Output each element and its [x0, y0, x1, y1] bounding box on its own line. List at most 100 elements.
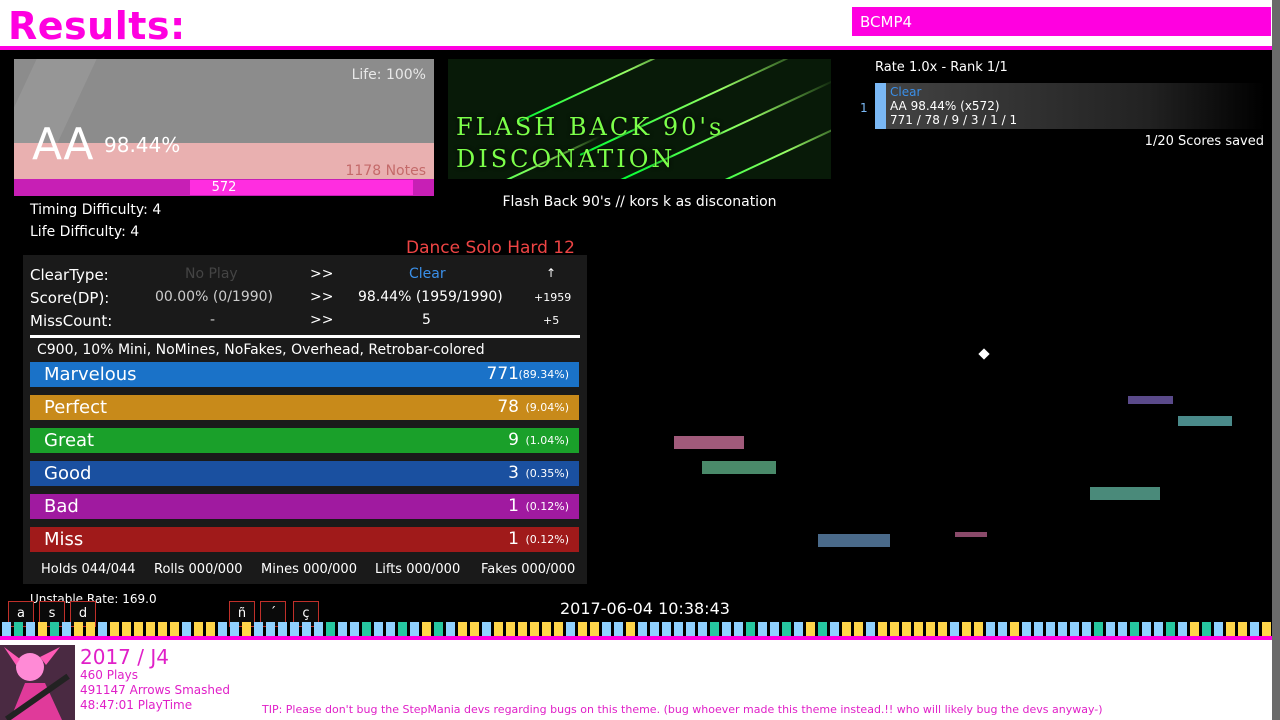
score-accent [875, 83, 886, 129]
tip-text: TIP: Please don't bug the StepMania devs… [262, 703, 1103, 716]
note-cell [578, 622, 587, 636]
note-cell [1118, 622, 1127, 636]
note-cell [566, 622, 575, 636]
banner-artist: DISCONATION [456, 145, 676, 173]
note-cell [914, 622, 923, 636]
note-cell [674, 622, 683, 636]
note-cell [638, 622, 647, 636]
note-cell [518, 622, 527, 636]
note-cell [206, 622, 215, 636]
combo-bar: 572 [14, 179, 434, 196]
note-cell [902, 622, 911, 636]
banner-streak [579, 59, 817, 156]
play-time: 48:47:01 PlayTime [80, 698, 193, 712]
judgement-percent: (89.34%) [518, 368, 569, 381]
note-cell [950, 622, 959, 636]
profile-year: 2017 / J4 [80, 645, 169, 669]
cmp-new: 5 [422, 312, 431, 328]
note-cell [434, 622, 443, 636]
note-cell [590, 622, 599, 636]
plot-segment [702, 461, 776, 474]
note-cell [134, 622, 143, 636]
profile-name-box: BCMP4 [852, 7, 1271, 36]
judgement-count: 78 [497, 397, 519, 417]
judgement-label: Marvelous [44, 364, 137, 385]
note-cell [350, 622, 359, 636]
avatar [0, 645, 75, 720]
play-date: 2017-06-04 10:38:43 [560, 599, 730, 618]
cmp-diff: +1959 [534, 291, 572, 304]
note-cell [602, 622, 611, 636]
note-cell [254, 622, 263, 636]
note-cell [218, 622, 227, 636]
note-cell [482, 622, 491, 636]
note-cell [2, 622, 11, 636]
note-cell [818, 622, 827, 636]
score-judgements: 771 / 78 / 9 / 3 / 1 / 1 [890, 113, 1018, 127]
header-divider [0, 46, 1272, 50]
judgement-row-marvelous: Marvelous 771 (89.34%) [30, 362, 579, 387]
rolls-stat: Rolls 000/000 [154, 562, 243, 577]
note-cell [158, 622, 167, 636]
note-cell [422, 622, 431, 636]
note-cell [50, 622, 59, 636]
score-entry[interactable]: Clear AA 98.44% (x572) 771 / 78 / 9 / 3 … [875, 83, 1265, 129]
grade-panel: Life: 100% AA 98.44% 1178 Notes [14, 59, 434, 179]
note-cell [146, 622, 155, 636]
score-summary: AA 98.44% (x572) [890, 99, 1000, 113]
note-cell [1202, 622, 1211, 636]
note-cell [626, 622, 635, 636]
note-cell [614, 622, 623, 636]
judgement-row-good: Good 3 (0.35%) [30, 461, 579, 486]
note-cell [170, 622, 179, 636]
note-cell [506, 622, 515, 636]
note-cell [326, 622, 335, 636]
rate-rank: Rate 1.0x - Rank 1/1 [875, 60, 1008, 75]
plot-segment [1178, 416, 1232, 426]
note-cell [14, 622, 23, 636]
note-cell [1010, 622, 1019, 636]
note-cell [242, 622, 251, 636]
divider [30, 335, 580, 338]
note-cell [1250, 622, 1259, 636]
note-cell [458, 622, 467, 636]
note-cell [554, 622, 563, 636]
cmp-old: 00.00% (0/1990) [155, 289, 274, 305]
note-cell [1106, 622, 1115, 636]
note-cell [1130, 622, 1139, 636]
judgement-row-perfect: Perfect 78 (9.04%) [30, 395, 579, 420]
note-cell [86, 622, 95, 636]
judgement-row-great: Great 9 (1.04%) [30, 428, 579, 453]
cmp-old: - [210, 312, 216, 328]
cmp-label: MissCount: [30, 312, 113, 330]
note-cell [746, 622, 755, 636]
note-cell [26, 622, 35, 636]
note-cell [182, 622, 191, 636]
judgement-row-bad: Bad 1 (0.12%) [30, 494, 579, 519]
note-cell [446, 622, 455, 636]
note-cell [374, 622, 383, 636]
note-cell [62, 622, 71, 636]
note-cell [110, 622, 119, 636]
scores-saved: 1/20 Scores saved [1144, 134, 1264, 149]
judgement-percent: (9.04%) [525, 401, 569, 414]
note-cell [38, 622, 47, 636]
judgement-label: Good [44, 463, 92, 484]
note-cell [1238, 622, 1247, 636]
plot-segment [955, 532, 987, 537]
plot-segment [674, 436, 744, 449]
plot-segment [818, 534, 890, 547]
cmp-new: Clear [409, 266, 446, 282]
note-cell [998, 622, 1007, 636]
note-cell [842, 622, 851, 636]
note-cell [1022, 622, 1031, 636]
note-cell [1046, 622, 1055, 636]
note-cell [266, 622, 275, 636]
note-cell [890, 622, 899, 636]
note-cell [314, 622, 323, 636]
note-cell [530, 622, 539, 636]
note-cell [974, 622, 983, 636]
note-cell [770, 622, 779, 636]
plot-marker [978, 348, 990, 360]
note-cell [1142, 622, 1151, 636]
